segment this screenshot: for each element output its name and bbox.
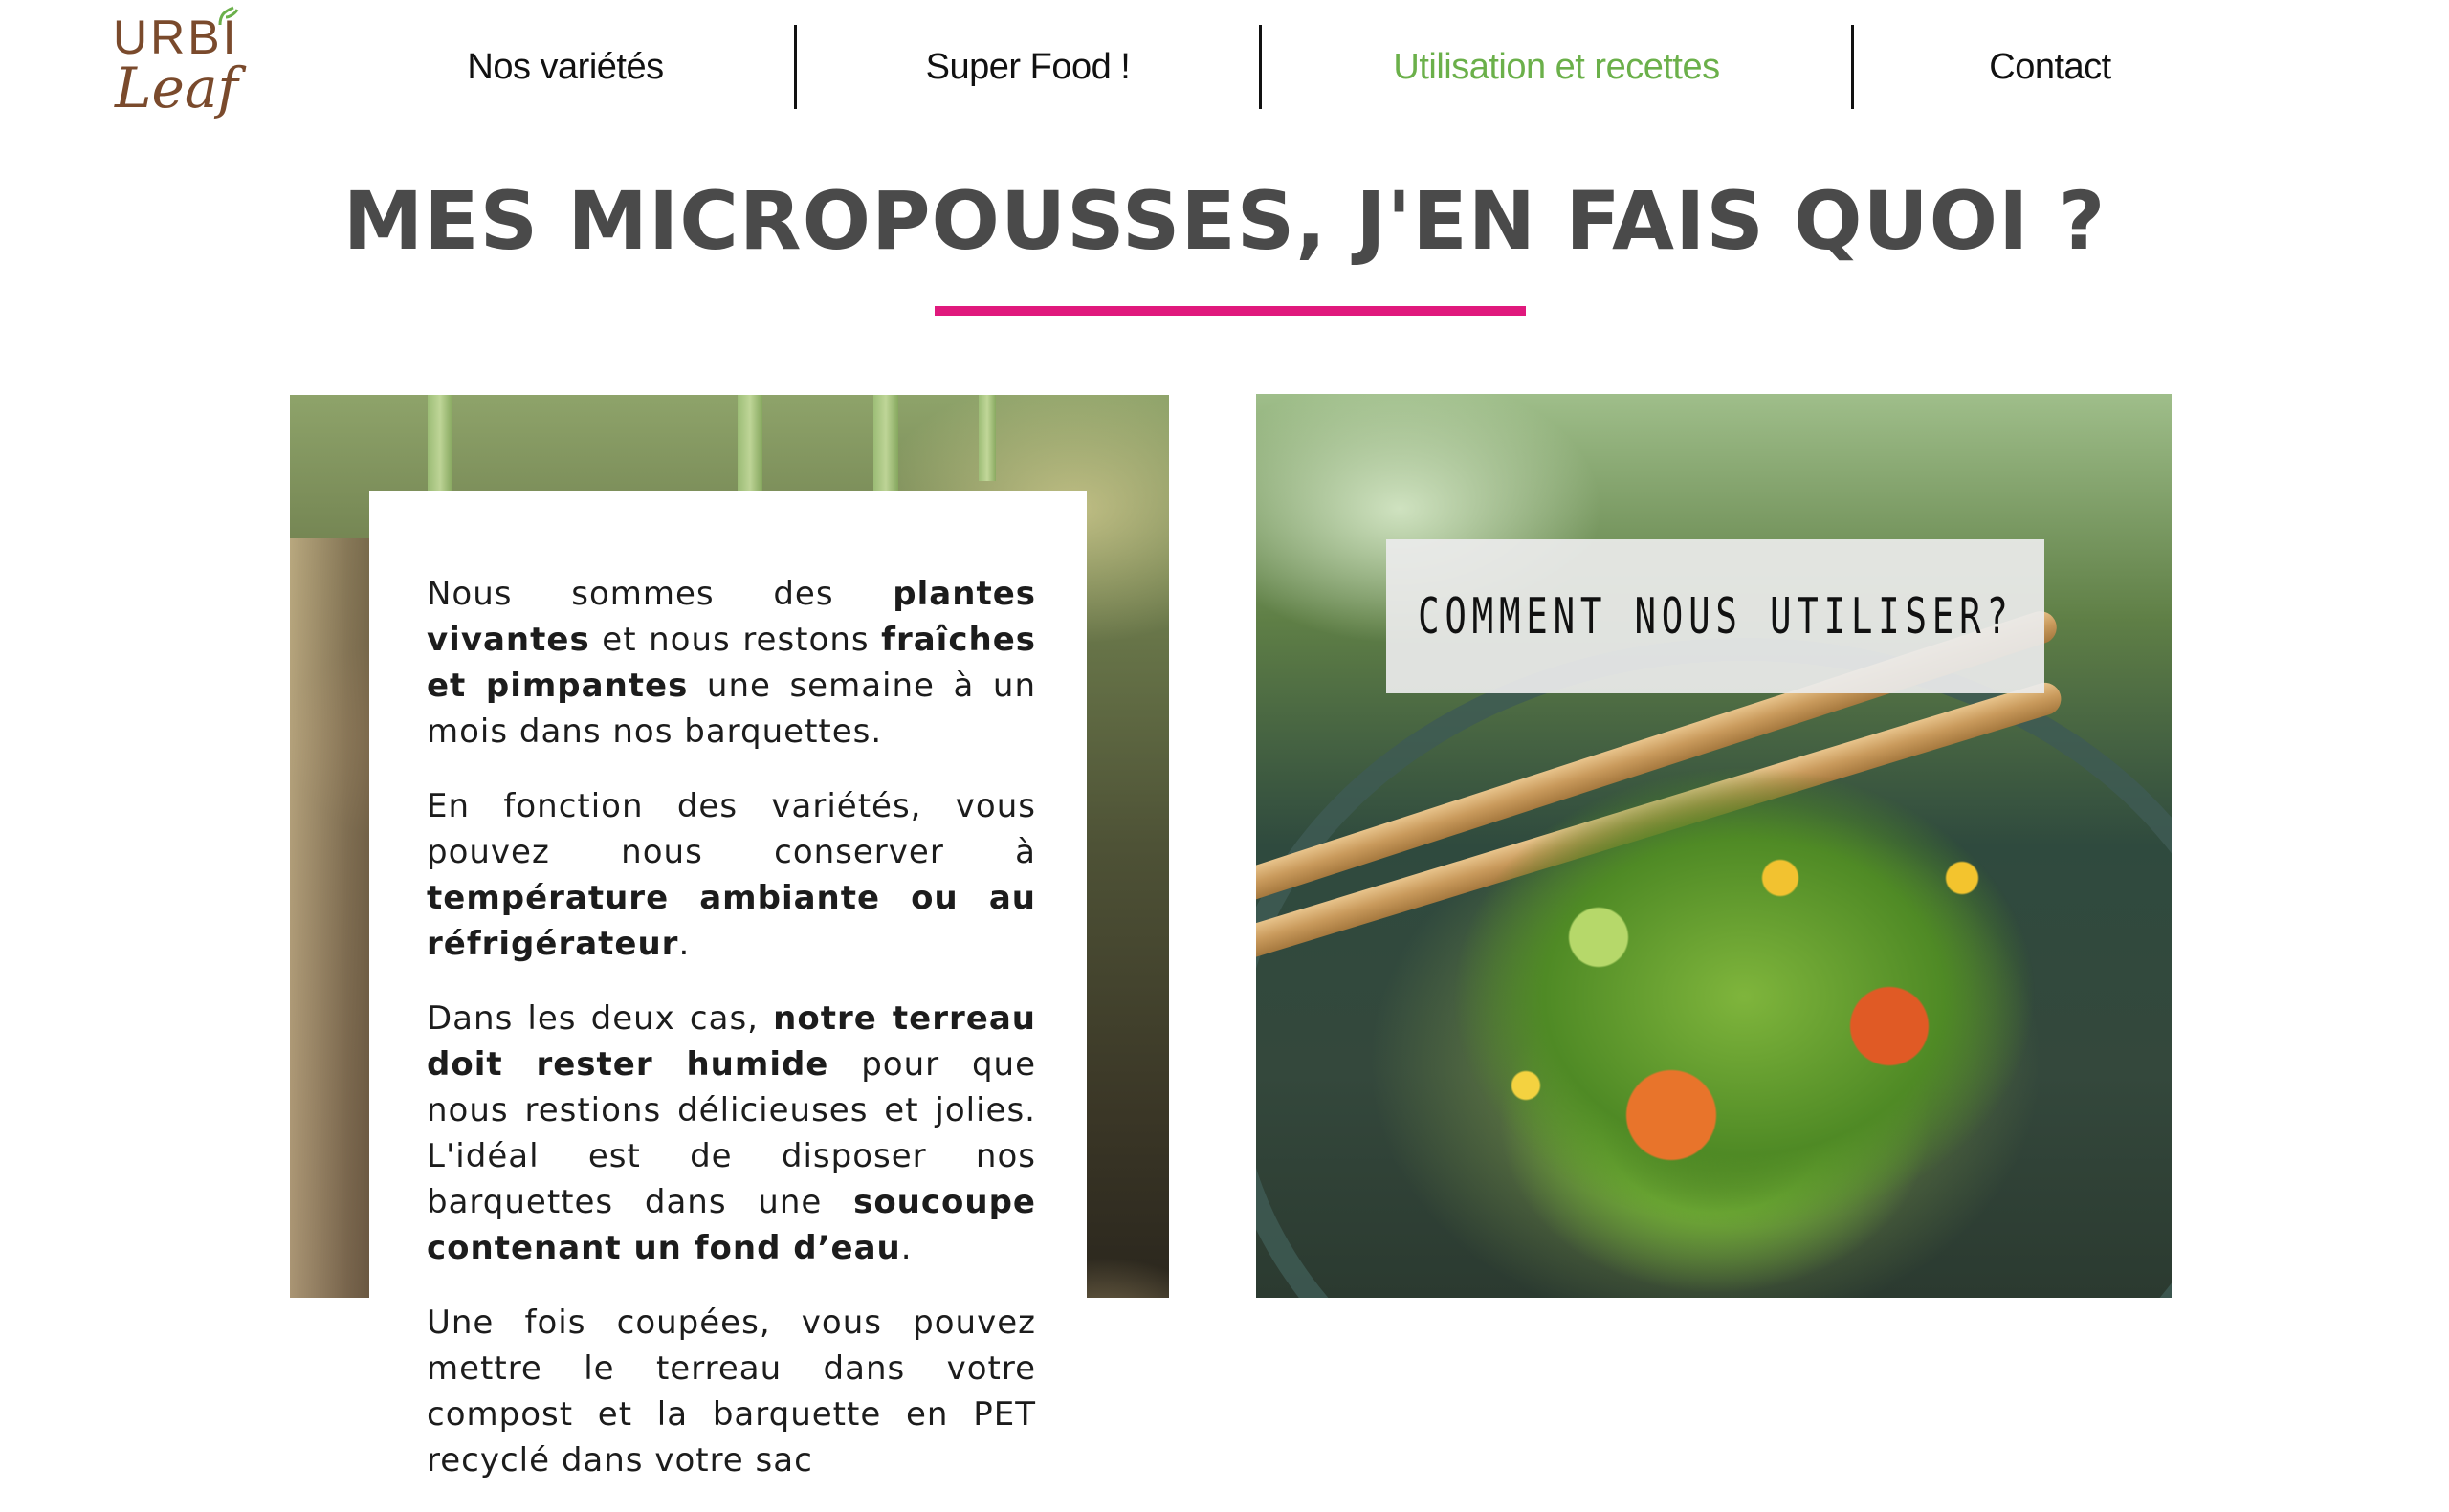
nav-item-utilisation-recettes[interactable]: Utilisation et recettes: [1262, 25, 1851, 109]
storage-info-text: Nous sommes des plantes vivantes et nous…: [427, 571, 1036, 1512]
stem-shape: [428, 395, 452, 500]
stem-shape: [979, 395, 996, 481]
salad-greens-shape: [1380, 700, 2107, 1293]
paragraph-temperature: En fonction des variétés, vous pouvez no…: [427, 787, 1036, 963]
nav-item-super-food[interactable]: Super Food !: [797, 25, 1259, 109]
logo-text-leaf: Leaf: [115, 55, 238, 121]
paragraph-compost: Une fois coupées, vous pouvez mettre le …: [427, 1304, 1036, 1479]
recipe-bowl-photo[interactable]: [1256, 394, 2172, 1298]
nav-item-contact[interactable]: Contact: [1854, 25, 2246, 109]
recipe-banner-label: COMMENT NOUS UTILISER?: [1417, 587, 2014, 646]
recipe-banner[interactable]: COMMENT NOUS UTILISER?: [1386, 539, 2044, 693]
nav-item-varietes[interactable]: Nos variétés: [337, 25, 794, 109]
main-nav: Nos variétés Super Food ! Utilisation et…: [337, 25, 2111, 109]
page-title: MES MICROPOUSSES, J'EN FAIS QUOI ?: [342, 174, 2107, 268]
urbileaf-logo[interactable]: URBI Leaf: [113, 6, 239, 132]
title-underline: [935, 306, 1526, 316]
paragraph-soil-humid: Dans les deux cas, notre terreau doit re…: [427, 999, 1037, 1267]
paragraph-living-plants: Nous sommes des plantes vivantes et nous…: [427, 575, 1037, 751]
storage-info-card: Nous sommes des plantes vivantes et nous…: [369, 491, 1087, 1479]
